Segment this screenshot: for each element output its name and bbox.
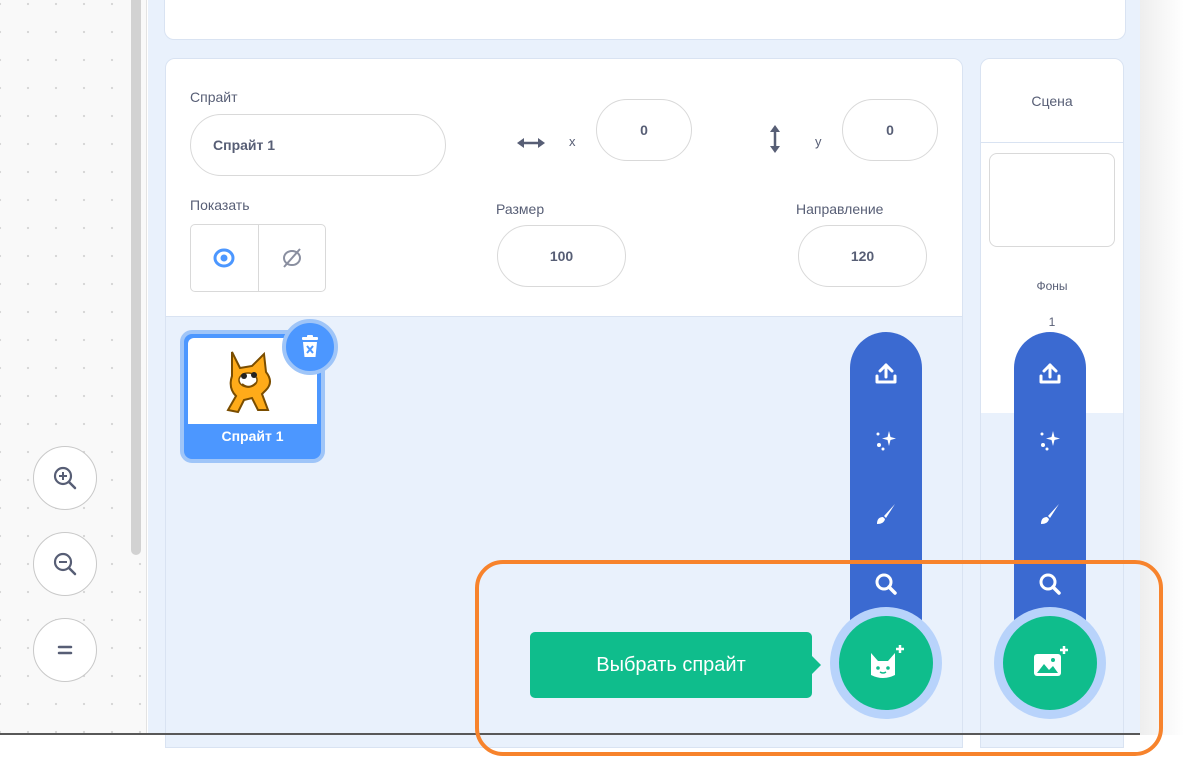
- scratch-editor: Спрайт Спрайт 1 x 0 y 0 Показать Размер …: [0, 0, 1184, 771]
- zoom-out-icon: [53, 552, 77, 576]
- choose-sprite-button[interactable]: [830, 607, 942, 719]
- show-label: Показать: [190, 197, 250, 213]
- zoom-reset-button[interactable]: [33, 618, 97, 682]
- surprise-icon: [876, 431, 896, 451]
- search-icon: [875, 573, 897, 595]
- stage-thumbnail[interactable]: [989, 153, 1115, 247]
- search-icon: [1039, 573, 1061, 595]
- visibility-toggle: [190, 224, 326, 292]
- x-field[interactable]: 0: [596, 99, 692, 161]
- direction-field[interactable]: 120: [798, 225, 927, 287]
- paint-icon: [1041, 504, 1059, 524]
- eye-slash-icon: [282, 248, 301, 268]
- cat-sprite-icon: [225, 351, 271, 414]
- zoom-out-button[interactable]: [33, 532, 97, 596]
- sprite-name-field[interactable]: Спрайт 1: [190, 114, 446, 176]
- backdrops-label: Фоны: [1036, 279, 1068, 293]
- zoom-in-icon: [53, 466, 77, 490]
- choose-backdrop-core: [1003, 616, 1097, 710]
- choose-sprite-core: [839, 616, 933, 710]
- surprise-sprite-button[interactable]: [850, 410, 922, 470]
- size-label: Размер: [496, 201, 545, 217]
- backdrop-add-icon: [1034, 646, 1068, 676]
- workspace-divider: [146, 0, 147, 733]
- stage-area: [164, 0, 1126, 40]
- search-backdrop-button[interactable]: [1014, 554, 1086, 614]
- eye-icon: [213, 248, 235, 268]
- y-label: y: [815, 134, 822, 149]
- trash-icon: [302, 335, 318, 357]
- horizontal-arrows-icon: [517, 138, 545, 148]
- surprise-icon: [1040, 431, 1060, 451]
- backdrop-menu: [1014, 332, 1086, 652]
- delete-sprite-button[interactable]: [282, 319, 338, 375]
- zoom-in-button[interactable]: [33, 446, 97, 510]
- window-bottom-border: [0, 733, 1140, 735]
- window-right-edge: [1140, 0, 1184, 735]
- sprite-thumbnail-name: Спрайт 1: [221, 428, 284, 444]
- backdrops-count: 1: [1048, 315, 1056, 329]
- upload-sprite-button[interactable]: [850, 344, 922, 404]
- paint-backdrop-button[interactable]: [1014, 484, 1086, 544]
- stage-title[interactable]: Сцена: [981, 59, 1123, 143]
- size-field[interactable]: 100: [497, 225, 626, 287]
- search-sprite-button[interactable]: [850, 554, 922, 614]
- x-label: x: [569, 134, 576, 149]
- upload-icon: [1039, 363, 1061, 384]
- paint-icon: [877, 504, 895, 524]
- choose-backdrop-button[interactable]: [994, 607, 1106, 719]
- surprise-backdrop-button[interactable]: [1014, 410, 1086, 470]
- y-field[interactable]: 0: [842, 99, 938, 161]
- sprite-menu: [850, 332, 922, 652]
- upload-icon: [875, 363, 897, 384]
- sprite-label: Спрайт: [190, 89, 238, 105]
- equals-icon: [57, 645, 73, 655]
- choose-sprite-tooltip: Выбрать спрайт: [530, 632, 812, 698]
- vertical-arrows-icon: [770, 125, 780, 153]
- hide-button[interactable]: [257, 225, 326, 291]
- show-button[interactable]: [191, 225, 258, 291]
- sprite-info-panel: Спрайт Спрайт 1 x 0 y 0 Показать Размер …: [166, 59, 962, 317]
- tooltip-arrow: [810, 654, 821, 676]
- workspace-scrollbar[interactable]: [131, 0, 141, 555]
- paint-sprite-button[interactable]: [850, 484, 922, 544]
- upload-backdrop-button[interactable]: [1014, 344, 1086, 404]
- cat-add-icon: [871, 645, 904, 678]
- direction-label: Направление: [796, 201, 884, 217]
